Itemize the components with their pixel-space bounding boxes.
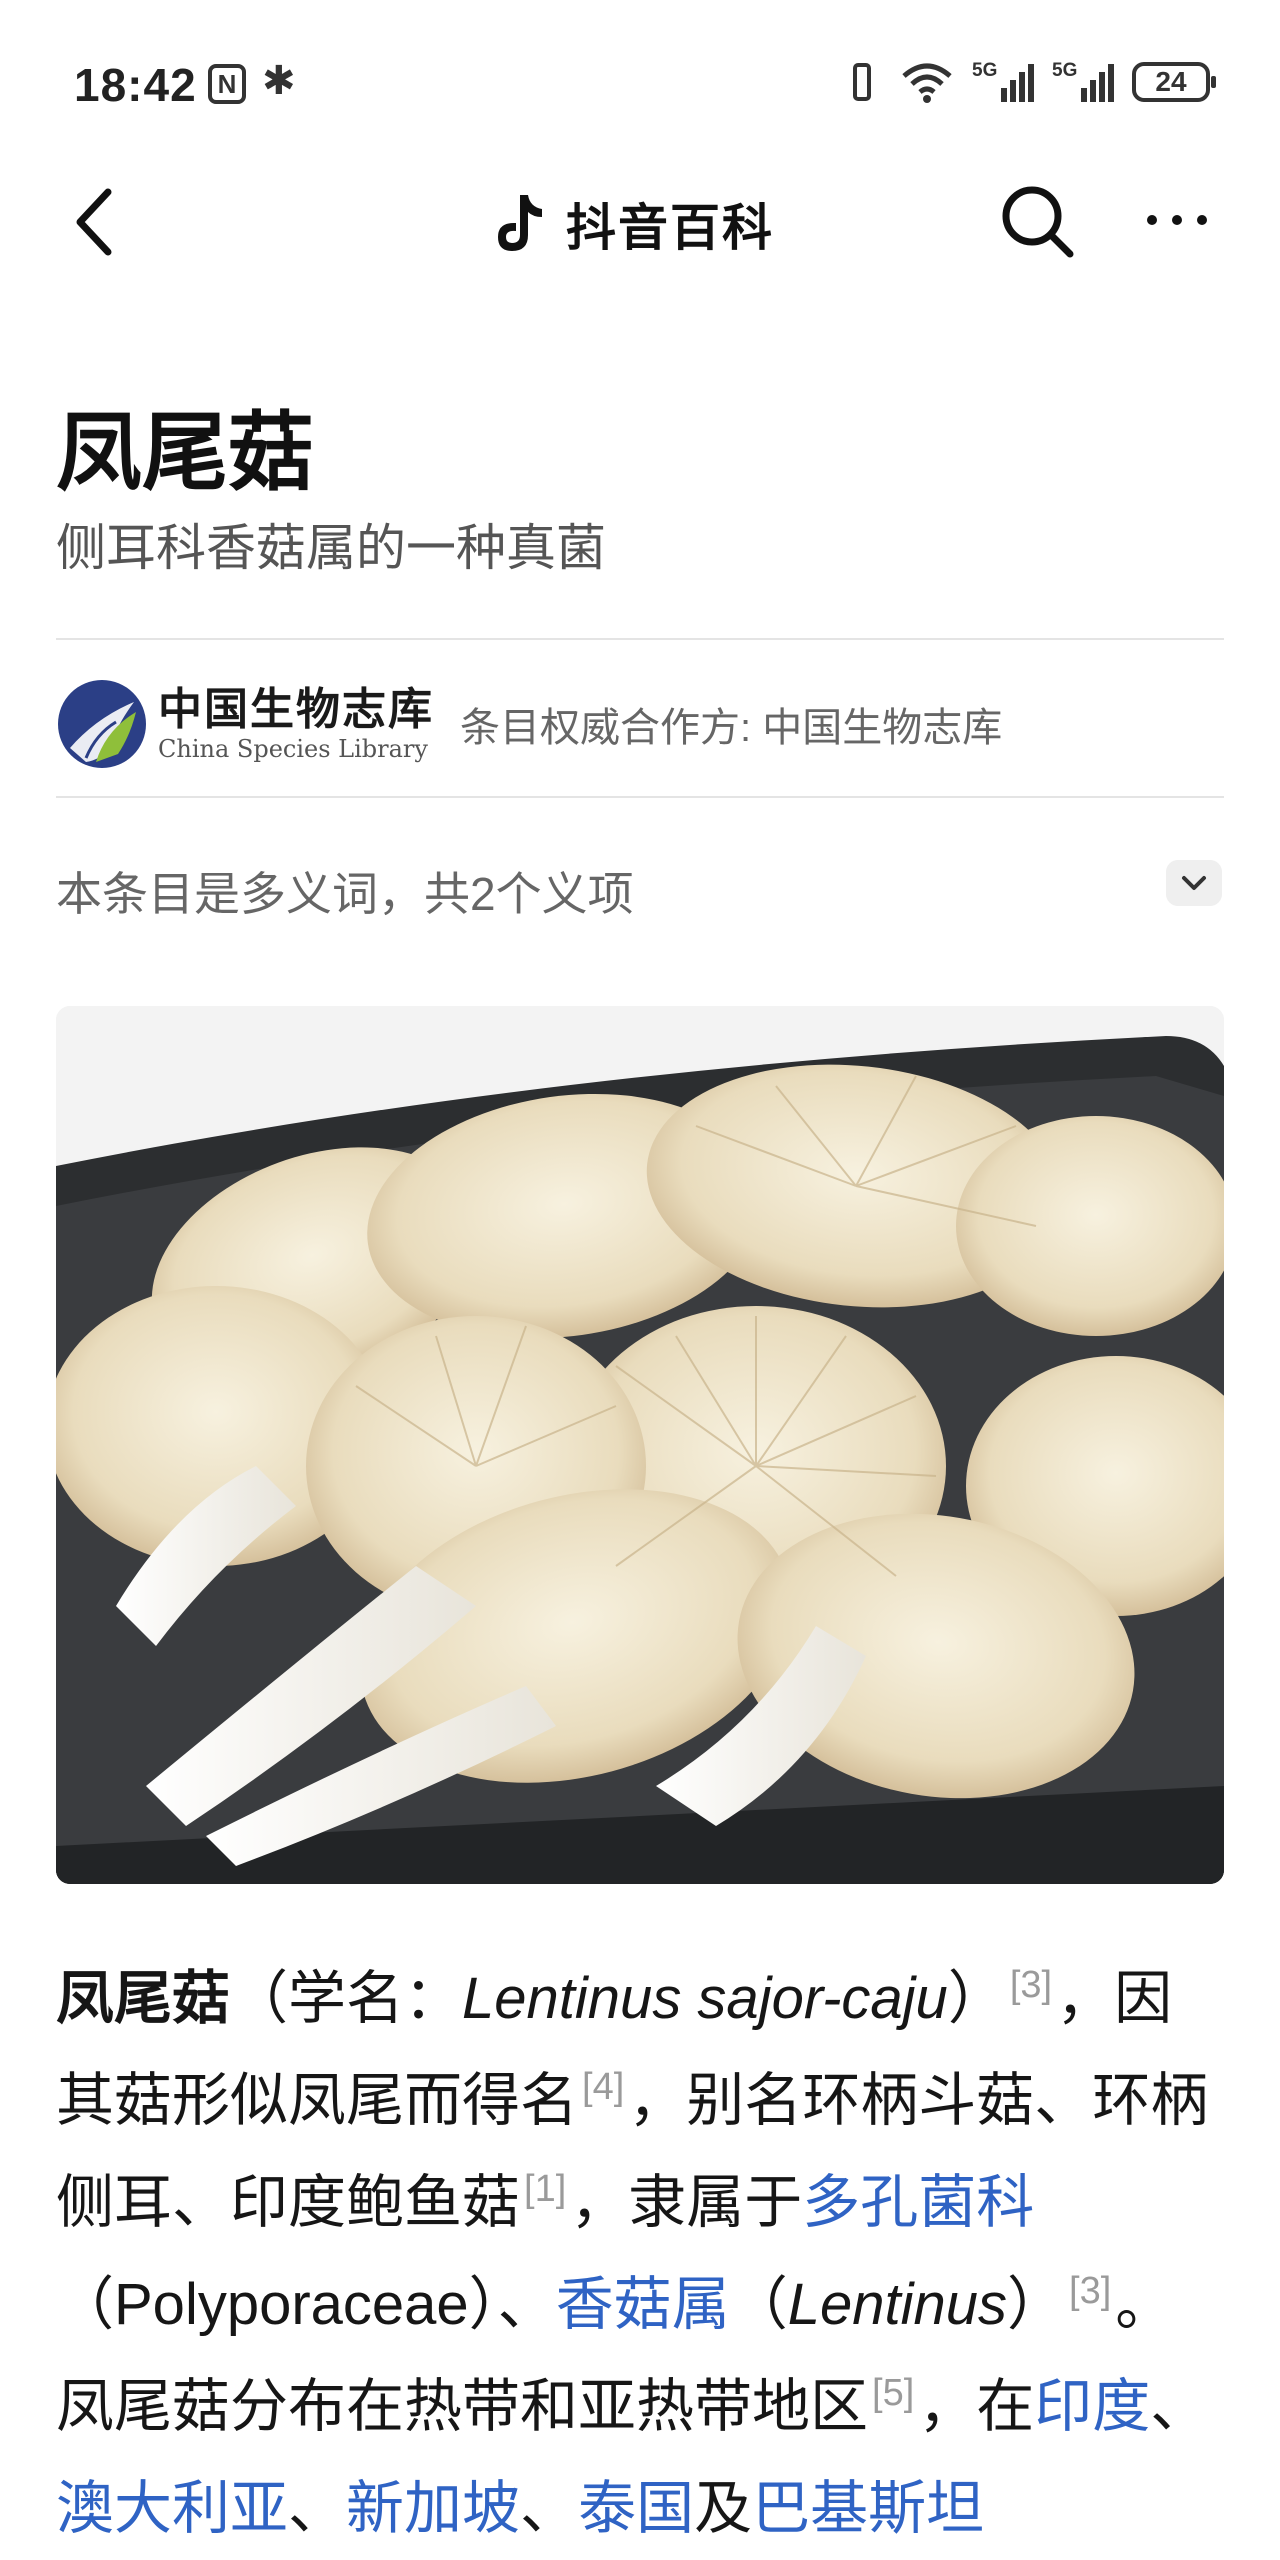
polysemy-notice[interactable]: 本条目是多义词，共2个义项: [56, 858, 634, 924]
app-brand: 抖音百科: [490, 188, 774, 260]
entry-title: 凤尾菇: [56, 405, 314, 501]
link-pakistan[interactable]: 巴基斯坦: [752, 2476, 984, 2541]
reference-marker[interactable]: [5]: [872, 2372, 914, 2414]
entry-photo-mushrooms[interactable]: [56, 1006, 1224, 1884]
link-polyporaceae[interactable]: 多孔菌科: [802, 2170, 1034, 2235]
wifi-icon: [902, 63, 952, 103]
status-bar: 18:42 N ✱ 5G 5G 24: [0, 0, 1280, 170]
link-australia[interactable]: 澳大利亚: [56, 2476, 288, 2541]
link-lentinus[interactable]: 香菇属: [556, 2272, 730, 2337]
search-icon[interactable]: [996, 180, 1078, 262]
divider: [56, 638, 1224, 640]
link-india[interactable]: 印度: [1034, 2374, 1150, 2439]
cell-signal-1-icon: 5G: [972, 60, 1034, 104]
top-nav: 抖音百科: [0, 170, 1280, 270]
china-species-library-logo: [58, 680, 146, 768]
bluetooth-icon: ✱: [262, 59, 296, 103]
latin-name: Lentinus sajor-caju: [462, 1966, 948, 2031]
vibrate-icon: [842, 61, 882, 103]
link-singapore[interactable]: 新加坡: [346, 2476, 520, 2541]
reference-marker[interactable]: [3]: [1010, 1964, 1052, 2006]
partner-logo-text: 中国生物志库 China Species Library: [158, 684, 434, 764]
battery-icon: 24: [1132, 62, 1216, 102]
reference-marker[interactable]: [1]: [524, 2168, 566, 2210]
article-paragraph: 凤尾菇（学名：Lentinus sajor-caju） [3]，因其菇形似凤尾而得…: [56, 1964, 1209, 2541]
article-term: 凤尾菇: [56, 1966, 231, 2031]
app-name: 抖音百科: [566, 200, 774, 256]
chevron-down-icon[interactable]: [1166, 860, 1222, 906]
clock: 18:42: [74, 59, 197, 111]
divider: [56, 796, 1224, 798]
reference-marker[interactable]: [4]: [582, 2066, 624, 2108]
mushroom-illustration: [56, 1006, 1224, 1884]
cell-signal-2-icon: 5G: [1052, 60, 1114, 104]
entry-subtitle: 侧耳科香菇属的一种真菌: [56, 520, 606, 576]
reference-marker[interactable]: [3]: [1069, 2270, 1111, 2312]
back-arrow-icon[interactable]: [62, 182, 132, 262]
partner-label: 条目权威合作方: 中国生物志库: [460, 706, 1003, 750]
partner-row[interactable]: 中国生物志库 China Species Library 条目权威合作方: 中国…: [56, 676, 1002, 772]
link-thailand[interactable]: 泰国: [578, 2476, 694, 2541]
tiktok-logo-icon: [498, 195, 542, 251]
nfc-icon: N: [208, 64, 246, 104]
more-options-icon[interactable]: [1142, 200, 1212, 240]
